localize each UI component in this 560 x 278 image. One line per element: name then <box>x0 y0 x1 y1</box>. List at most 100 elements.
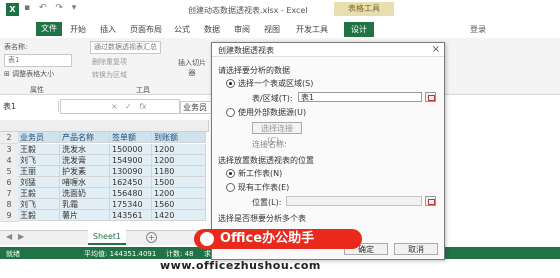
column-headers[interactable] <box>18 120 209 132</box>
radio-existing-sheet[interactable] <box>226 183 235 192</box>
dialog-title: 创建数据透视表 <box>218 46 274 55</box>
table-cell[interactable]: 王毅 <box>18 210 60 221</box>
table-cell[interactable]: 1560 <box>152 199 206 210</box>
tab-review[interactable]: 审阅 <box>234 24 250 35</box>
dialog-title-bar: 创建数据透视表 × <box>212 43 444 57</box>
formula-bar[interactable]: × ✓ fx <box>60 99 180 114</box>
table-cell[interactable]: 王毅 <box>18 144 60 155</box>
excel-logo-icon: X <box>6 3 19 16</box>
sheet-nav-next-icon[interactable]: ▶ <box>18 232 24 241</box>
table-range-input[interactable]: 表1 <box>298 92 422 102</box>
table-name-input[interactable]: 表1 <box>4 54 72 67</box>
tab-developer[interactable]: 开发工具 <box>296 24 328 35</box>
radio-existing-sheet-label[interactable]: 现有工作表(E) <box>238 182 289 193</box>
table-header-row[interactable]: 2 业务员 产品名称 签单额 到账额 <box>0 132 212 144</box>
worksheet-grid[interactable]: 2 业务员 产品名称 签单额 到账额 3 王毅 洗发水 150000 1200 … <box>0 120 212 222</box>
close-icon[interactable]: × <box>432 44 440 55</box>
range-selector-icon[interactable] <box>425 92 436 102</box>
name-box[interactable]: 表1 <box>3 101 59 112</box>
location-input[interactable] <box>286 196 422 206</box>
radio-select-range[interactable] <box>226 79 235 88</box>
table-row[interactable]: 7 王毅 洗面奶 156480 1200 <box>0 188 212 200</box>
table-cell[interactable]: 王丽 <box>18 166 60 177</box>
remove-duplicates-button[interactable]: 删除重复项 <box>92 57 127 67</box>
login-link[interactable]: 登录 <box>470 24 486 35</box>
table-cell[interactable]: 刘飞 <box>18 155 60 166</box>
table-cell[interactable]: 啫喱水 <box>60 177 110 188</box>
table-cell[interactable]: 143561 <box>110 210 152 221</box>
cancel-button[interactable]: 取消 <box>394 243 438 255</box>
radio-external-source-label[interactable]: 使用外部数据源(U) <box>238 107 306 118</box>
table-cell[interactable]: 洗发膏 <box>60 155 110 166</box>
table-name-label: 表名称: <box>4 43 28 51</box>
table-row[interactable]: 9 王毅 薯片 143561 1420 <box>0 210 212 222</box>
insert-slicer-button[interactable]: 插入切片器 <box>178 58 206 78</box>
header-cell[interactable]: 产品名称 <box>60 132 110 143</box>
table-cell[interactable]: 1180 <box>152 166 206 177</box>
table-cell[interactable]: 乳霜 <box>60 199 110 210</box>
watermark-badge: Office办公助手 <box>194 229 362 249</box>
tab-formulas[interactable]: 公式 <box>174 24 190 35</box>
resize-table-button[interactable]: ⊞ 调整表格大小 <box>4 69 54 79</box>
resize-table-icon: ⊞ <box>4 70 10 78</box>
sheet-tab[interactable]: Sheet1 <box>88 230 126 245</box>
function-icon[interactable]: fx <box>139 102 147 111</box>
table-row[interactable]: 3 王毅 洗发水 150000 1200 <box>0 144 212 156</box>
tab-data[interactable]: 数据 <box>204 24 220 35</box>
create-pivot-dialog: 创建数据透视表 × 请选择要分析的数据 选择一个表或区域(S) 表/区域(T):… <box>211 42 445 260</box>
choose-connection-button[interactable]: 选择连接(C)... <box>252 122 302 145</box>
header-cell[interactable]: 签单额 <box>110 132 152 143</box>
table-row[interactable]: 5 王丽 护发素 130090 1180 <box>0 166 212 178</box>
header-cell[interactable]: 业务员 <box>18 132 60 143</box>
tab-design[interactable]: 设计 <box>344 22 374 37</box>
table-cell[interactable]: 175340 <box>110 199 152 210</box>
table-row[interactable]: 6 刘猛 啫喱水 162450 1500 <box>0 177 212 189</box>
table-cell[interactable]: 162450 <box>110 177 152 188</box>
radio-select-range-label[interactable]: 选择一个表或区域(S) <box>238 78 313 89</box>
table-cell[interactable]: 刘猛 <box>18 177 60 188</box>
table-cell[interactable]: 洗发水 <box>60 144 110 155</box>
resize-table-label: 调整表格大小 <box>12 70 55 78</box>
quick-access-toolbar[interactable]: ▪ ↶ ↷ ▾ <box>24 3 79 13</box>
summarize-pivot-button[interactable]: 通过数据透视表汇总 <box>90 41 161 54</box>
table-cell[interactable]: 130090 <box>110 166 152 177</box>
table-cell[interactable]: 1200 <box>152 144 206 155</box>
radio-external-source[interactable] <box>226 108 235 117</box>
table-cell[interactable]: 150000 <box>110 144 152 155</box>
cancel-icon[interactable]: × <box>111 102 118 111</box>
table-cell[interactable]: 154900 <box>110 155 152 166</box>
radio-new-sheet-label[interactable]: 新工作表(N) <box>238 168 282 179</box>
table-cell[interactable]: 薯片 <box>60 210 110 221</box>
table-cell[interactable]: 1500 <box>152 177 206 188</box>
location-selector-icon[interactable] <box>425 196 436 206</box>
convert-to-range-button[interactable]: 转换为区域 <box>92 70 127 80</box>
group-properties-label: 属性 <box>30 86 44 94</box>
add-sheet-icon[interactable]: + <box>146 232 157 243</box>
select-all-corner[interactable] <box>0 120 19 132</box>
watermark-url: www.officezhushou.com <box>160 259 321 272</box>
table-cell[interactable]: 王毅 <box>18 188 60 199</box>
sheet-nav-prev-icon[interactable]: ◀ <box>6 232 12 241</box>
table-cell[interactable]: 1200 <box>152 155 206 166</box>
tab-home[interactable]: 开始 <box>70 24 86 35</box>
tab-view[interactable]: 视图 <box>264 24 280 35</box>
header-cell[interactable]: 到账额 <box>152 132 206 143</box>
table-cell[interactable]: 刘飞 <box>18 199 60 210</box>
table-cell[interactable]: 1200 <box>152 188 206 199</box>
enter-icon[interactable]: ✓ <box>125 102 132 111</box>
tab-insert[interactable]: 插入 <box>100 24 116 35</box>
location-label: 位置(L): <box>252 198 282 207</box>
row-number[interactable]: 9 <box>0 210 18 222</box>
tab-file[interactable]: 文件 <box>36 22 62 36</box>
table-row[interactable]: 8 刘飞 乳霜 175340 1560 <box>0 199 212 211</box>
row-number[interactable]: 2 <box>0 132 18 144</box>
table-cell[interactable]: 护发素 <box>60 166 110 177</box>
table-cell[interactable]: 洗面奶 <box>60 188 110 199</box>
table-cell[interactable]: 156480 <box>110 188 152 199</box>
table-tools-context-tab: 表格工具 <box>334 2 394 16</box>
table-cell[interactable]: 1420 <box>152 210 206 221</box>
table-row[interactable]: 4 刘飞 洗发膏 154900 1200 <box>0 155 212 167</box>
tab-page-layout[interactable]: 页面布局 <box>130 24 162 35</box>
status-ready: 就绪 <box>6 250 20 258</box>
radio-new-sheet[interactable] <box>226 169 235 178</box>
